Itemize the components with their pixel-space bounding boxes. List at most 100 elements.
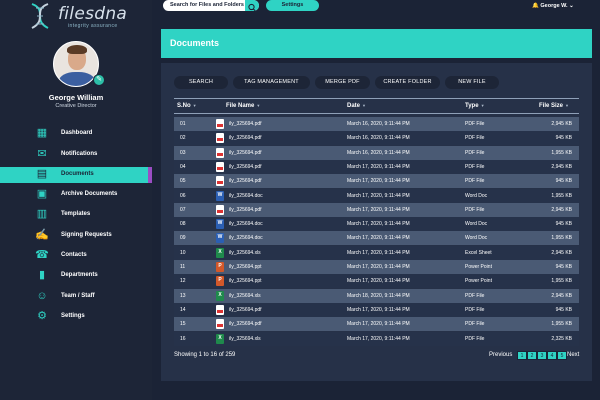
templates-icon: ▥ <box>36 208 48 220</box>
next-page-link[interactable]: Next <box>567 352 579 358</box>
column-sno[interactable]: S.No ▼ <box>177 103 197 109</box>
merge-pdf-button[interactable]: MERGE PDF <box>315 76 370 89</box>
table-row[interactable]: 02 ily_325694.pdf March 16, 2020, 9:11:44 … <box>174 131 579 146</box>
pdf-file-icon <box>216 304 224 315</box>
search-icon <box>248 3 256 12</box>
sidebar-item-departments[interactable]: ▮ Departments <box>0 268 152 284</box>
row-sno: 11 <box>180 264 186 270</box>
bell-icon[interactable]: 🔔 <box>532 3 539 9</box>
row-file-name[interactable]: ily_325694.pdf <box>229 307 262 313</box>
row-type: PDF File <box>465 163 485 170</box>
table-row[interactable]: 10 Xily_325694.xls March 17, 2020, 9:11:44… <box>174 245 579 260</box>
row-file-name[interactable]: ily_325694.ppt <box>229 278 262 284</box>
search-placeholder: Search for Files and Folders <box>170 2 244 8</box>
page-1-button[interactable]: 1 <box>517 351 527 360</box>
page-2-button[interactable]: 2 <box>527 351 537 360</box>
table-row[interactable]: 01 ily_325694.pdf March 16, 2020, 9:11:44 … <box>174 117 579 131</box>
table-row[interactable]: 04 ily_325694.pdf March 17, 2020, 9:11:44 … <box>174 159 579 174</box>
xls-file-icon: X <box>216 247 224 258</box>
table-row[interactable]: 14 ily_325694.pdf March 17, 2020, 9:11:44 … <box>174 302 579 317</box>
sidebar-item-documents[interactable]: ▤ Documents <box>0 167 152 183</box>
search-button[interactable] <box>245 0 259 12</box>
sidebar-item-archive-documents[interactable]: ▣ Archive Documents <box>0 187 152 203</box>
row-type: Word Doc <box>465 221 488 228</box>
sidebar-item-settings[interactable]: ⚙ Settings <box>0 309 152 325</box>
row-file-name[interactable]: ily_325694.xls <box>229 250 261 256</box>
tag-management-button[interactable]: TAG MANAGEMENT <box>233 76 310 89</box>
row-size: 2,945 KB <box>551 249 572 256</box>
table-row[interactable]: 03 ily_325694.pdf March 16, 2020, 9:11:44 … <box>174 145 579 160</box>
table-header: S.No ▼ File Name ▼ Date ▼ Type ▼ File Size ▼ <box>174 98 579 114</box>
profile-role: Creative Director <box>55 103 97 109</box>
xls-file-icon: X <box>216 290 224 301</box>
row-file-name[interactable]: ily_325694.pdf <box>229 178 262 184</box>
documents-icon: ▤ <box>36 168 48 180</box>
row-file-name[interactable]: ily_325694.xls <box>229 293 261 299</box>
new-file-button[interactable]: NEW FILE <box>445 76 499 89</box>
table-row[interactable]: 08 Wily_325694.doc March 17, 2020, 9:11:44… <box>174 217 579 232</box>
row-file-name[interactable]: ily_325694.doc <box>229 193 263 199</box>
table-row[interactable]: 07 ily_325694.pdf March 17, 2020, 9:11:44 … <box>174 202 579 217</box>
sidebar-item-contacts[interactable]: ☎ Contacts <box>0 248 152 264</box>
row-type: PDF File <box>465 206 485 213</box>
row-size: 1,955 KB <box>551 321 572 328</box>
row-date: March 17, 2020, 9:11:44 PM <box>347 235 410 242</box>
pdf-file-icon <box>216 204 224 215</box>
table-row[interactable]: 12 Pily_325694.ppt March 17, 2020, 9:11:44… <box>174 274 579 289</box>
row-file-name[interactable]: ily_325694.doc <box>229 221 263 227</box>
sidebar-item-dashboard[interactable]: ▦ Dashboard <box>0 126 152 142</box>
page-title: Documents <box>170 38 220 48</box>
column-size[interactable]: File Size ▼ <box>539 103 569 109</box>
row-file-name[interactable]: ily_325694.xls <box>229 336 261 342</box>
row-size: 945 KB <box>555 264 572 270</box>
table-row[interactable]: 13 Xily_325694.xls March 18, 2020, 9:11:44… <box>174 288 579 303</box>
row-date: March 17, 2020, 9:11:44 PM <box>347 249 410 256</box>
row-file-name[interactable]: ily_325694.pdf <box>229 164 262 170</box>
row-file-name[interactable]: ily_325694.ppt <box>229 264 262 270</box>
row-file-name[interactable]: ily_325694.pdf <box>229 150 262 156</box>
row-size: 1,955 KB <box>551 149 572 156</box>
table-row[interactable]: 15 ily_325694.pdf March 17, 2020, 9:11:44 … <box>174 317 579 332</box>
page-5-button[interactable]: 5 <box>557 351 567 360</box>
row-sno: 12 <box>180 278 186 285</box>
column-date[interactable]: Date ▼ <box>347 103 366 109</box>
row-size: 1,955 KB <box>551 192 572 199</box>
signing-icon: ✍ <box>35 229 49 241</box>
column-file-name[interactable]: File Name ▼ <box>226 103 260 109</box>
sidebar-item-signing-requests[interactable]: ✍ Signing Requests <box>0 228 152 244</box>
page-3-button[interactable]: 3 <box>537 351 547 360</box>
row-file-name[interactable]: ily_325694.doc <box>229 235 263 241</box>
edit-avatar-icon[interactable]: ✎ <box>93 74 105 86</box>
row-file-name[interactable]: ily_325694.pdf <box>229 121 262 127</box>
page-4-button[interactable]: 4 <box>547 351 557 360</box>
sidebar-item-notifications[interactable]: ✉ Notifications <box>0 147 152 163</box>
previous-page-link[interactable]: Previous <box>489 352 512 358</box>
logo[interactable]: filesdna integrity assurance <box>28 2 148 32</box>
column-type[interactable]: Type ▼ <box>465 103 485 109</box>
sidebar-item-team-staff[interactable]: ☺ Team / Staff <box>0 289 152 305</box>
sidebar-item-templates[interactable]: ▥ Templates <box>0 207 152 223</box>
table-row[interactable]: 11 Pily_325694.ppt March 17, 2020, 9:11:44… <box>174 260 579 274</box>
doc-file-icon: W <box>216 190 224 201</box>
row-sno: 16 <box>180 335 186 342</box>
user-menu[interactable]: 🔔 George W. ⌄ <box>532 3 574 9</box>
table-row[interactable]: 05 ily_325694.pdf March 17, 2020, 9:11:44 … <box>174 174 579 189</box>
row-sno: 14 <box>180 306 186 313</box>
table-row[interactable]: 06 Wily_325694.doc March 17, 2020, 9:11:44… <box>174 188 579 203</box>
row-file-name[interactable]: ily_325694.pdf <box>229 207 262 213</box>
table-row[interactable]: 16 Xily_325694.xls March 17, 2020, 9:11:44… <box>174 331 579 346</box>
archive-icon: ▣ <box>36 188 48 200</box>
row-file-name[interactable]: ily_325694.pdf <box>229 321 262 327</box>
settings-button[interactable]: Settings <box>266 0 319 11</box>
sidebar-item-label: Documents <box>61 171 94 177</box>
create-folder-button[interactable]: CREATE FOLDER <box>375 76 440 89</box>
search-action-button[interactable]: SEARCH <box>174 76 228 89</box>
notifications-icon: ✉ <box>37 148 47 160</box>
row-date: March 17, 2020, 9:11:44 PM <box>347 321 410 328</box>
table-row[interactable]: 09 Wily_325694.doc March 17, 2020, 9:11:44… <box>174 231 579 246</box>
row-file-name[interactable]: ily_325694.pdf <box>229 135 262 141</box>
page-header: Documents <box>161 29 592 58</box>
team-icon: ☺ <box>36 290 48 302</box>
row-date: March 16, 2020, 9:11:44 PM <box>347 135 410 142</box>
row-date: March 17, 2020, 9:11:44 PM <box>347 178 410 185</box>
